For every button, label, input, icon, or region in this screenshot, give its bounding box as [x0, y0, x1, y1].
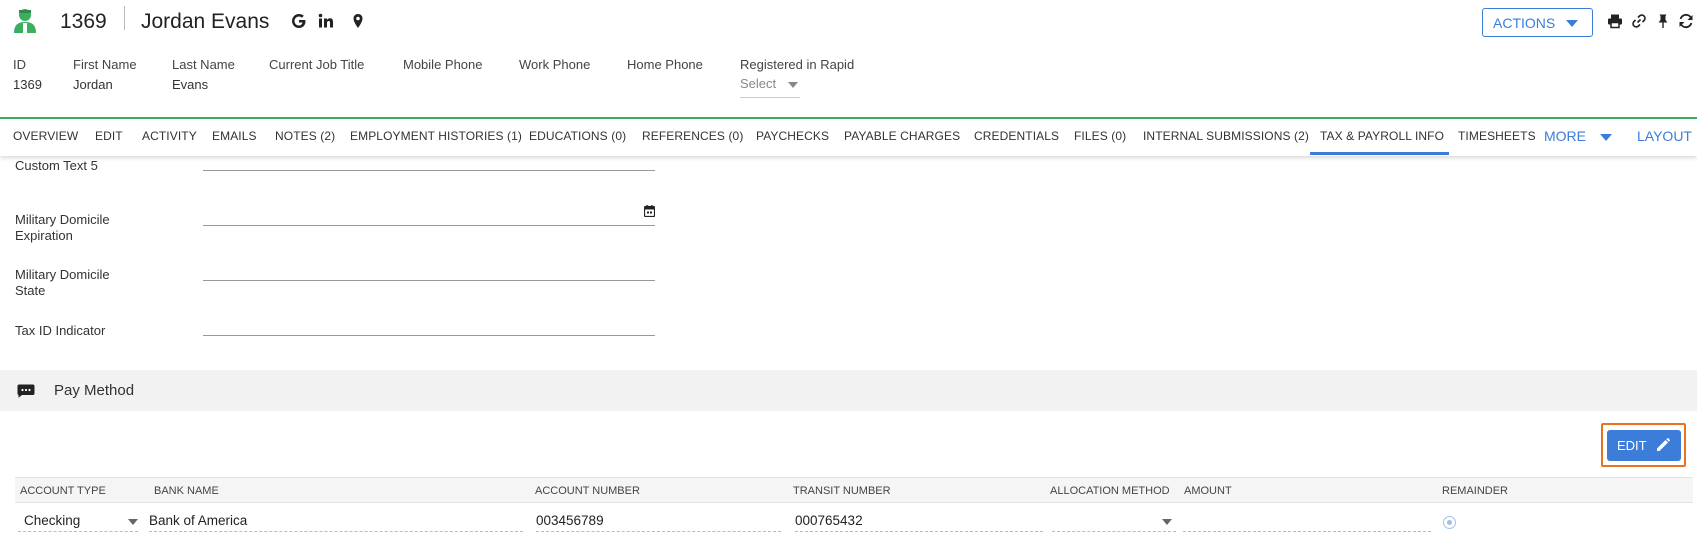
- info-value: Jordan: [73, 77, 113, 92]
- chevron-down-icon: [788, 82, 798, 88]
- info-label: ID: [13, 57, 26, 72]
- refresh-icon[interactable]: [1678, 13, 1694, 29]
- chevron-down-icon: [1566, 20, 1578, 27]
- tab-overview[interactable]: OVERVIEW: [13, 129, 78, 143]
- info-label: Registered in Rapid: [740, 57, 855, 72]
- info-home-phone: Home Phone: [627, 57, 703, 77]
- field-label-military-domicile-expiration: Military Domicile Expiration: [15, 212, 110, 243]
- custom-text-5-input[interactable]: [203, 170, 655, 171]
- tab-references[interactable]: REFERENCES (0): [642, 129, 743, 143]
- pin-icon[interactable]: [1655, 13, 1671, 29]
- tab-files[interactable]: FILES (0): [1074, 129, 1126, 143]
- info-label: First Name: [73, 57, 137, 72]
- tab-timesheets[interactable]: TIMESHEETS: [1458, 129, 1536, 143]
- info-last-name: Last Name Evans: [172, 57, 235, 92]
- field-label-custom-text-5: Custom Text 5: [15, 158, 98, 173]
- pencil-icon: [1657, 438, 1670, 451]
- info-mobile-phone: Mobile Phone: [403, 57, 483, 77]
- edit-button[interactable]: EDIT: [1607, 430, 1681, 461]
- transit-number-field[interactable]: 000765432: [795, 513, 863, 528]
- column-header: TRANSIT NUMBER: [793, 485, 891, 497]
- account-number-field[interactable]: 003456789: [536, 513, 604, 528]
- edit-label: EDIT: [1617, 438, 1647, 453]
- column-header: BANK NAME: [154, 485, 219, 497]
- tab-more[interactable]: MORE: [1544, 128, 1586, 144]
- info-label: Work Phone: [519, 57, 591, 72]
- tab-emails[interactable]: EMAILS: [212, 129, 257, 143]
- actions-label: ACTIONS: [1493, 15, 1556, 31]
- account-type-underline: [18, 531, 138, 532]
- actions-button[interactable]: ACTIONS: [1482, 8, 1593, 37]
- column-header: ACCOUNT NUMBER: [535, 485, 640, 497]
- info-value: 1369: [13, 77, 42, 92]
- bank-name-underline: [149, 531, 523, 532]
- tab-activity[interactable]: ACTIVITY: [142, 129, 197, 143]
- column-header: ACCOUNT TYPE: [20, 485, 106, 497]
- bank-name-field[interactable]: Bank of America: [149, 513, 247, 528]
- tab-employment-histories[interactable]: EMPLOYMENT HISTORIES (1): [350, 129, 522, 143]
- amount-underline: [1183, 531, 1431, 532]
- allocation-method-underline: [1052, 531, 1176, 532]
- tab-internal-submissions[interactable]: INTERNAL SUBMISSIONS (2): [1143, 129, 1309, 143]
- record-header: 1369 Jordan Evans ACTIONS: [0, 0, 1697, 44]
- linkedin-icon[interactable]: [318, 13, 334, 29]
- active-tab-indicator: [1310, 152, 1449, 155]
- info-label: Home Phone: [627, 57, 703, 72]
- tab-tax-payroll-info[interactable]: TAX & PAYROLL INFO: [1320, 129, 1444, 143]
- tab-credentials[interactable]: CREDENTIALS: [974, 129, 1059, 143]
- print-icon[interactable]: [1607, 13, 1623, 29]
- info-first-name: First Name Jordan: [73, 57, 137, 92]
- divider: [124, 6, 125, 30]
- info-label: Mobile Phone: [403, 57, 483, 72]
- field-label-military-domicile-state: Military Domicile State: [15, 267, 110, 298]
- info-id: ID 1369: [13, 57, 42, 92]
- tax-id-indicator-input[interactable]: [203, 335, 655, 336]
- section-title: Pay Method: [54, 382, 135, 399]
- tab-edit[interactable]: EDIT: [95, 129, 123, 143]
- remainder-radio[interactable]: [1443, 516, 1456, 529]
- info-registered-rapid: Registered in Rapid Select: [740, 57, 854, 98]
- info-work-phone: Work Phone: [519, 57, 590, 77]
- military-domicile-expiration-input[interactable]: [203, 225, 655, 226]
- tab-educations[interactable]: EDUCATIONS (0): [529, 129, 626, 143]
- tab-notes[interactable]: NOTES (2): [275, 129, 335, 143]
- info-label: Current Job Title: [269, 57, 365, 72]
- chevron-down-icon[interactable]: [1600, 134, 1612, 141]
- column-header: AMOUNT: [1184, 485, 1232, 497]
- table-header: ACCOUNT TYPE BANK NAME ACCOUNT NUMBER TR…: [15, 477, 1693, 503]
- calendar-icon[interactable]: [644, 205, 655, 217]
- account-number-underline: [536, 531, 781, 532]
- record-id: 1369: [60, 10, 107, 33]
- info-label: Last Name: [172, 57, 235, 72]
- link-icon[interactable]: [1631, 13, 1647, 29]
- military-domicile-state-input[interactable]: [203, 280, 655, 281]
- tab-paychecks[interactable]: PAYCHECKS: [756, 129, 829, 143]
- record-name: Jordan Evans: [141, 10, 270, 33]
- location-pin-icon[interactable]: [350, 13, 366, 29]
- column-header: REMAINDER: [1442, 485, 1509, 497]
- account-type-select[interactable]: Checking: [24, 513, 80, 528]
- layout-button[interactable]: LAYOUT: [1637, 128, 1692, 144]
- tab-payable-charges[interactable]: PAYABLE CHARGES: [844, 129, 960, 143]
- transit-number-underline: [795, 531, 1043, 532]
- chevron-down-icon[interactable]: [1162, 519, 1172, 525]
- chevron-down-icon[interactable]: [128, 519, 138, 525]
- field-label-tax-id-indicator: Tax ID Indicator: [15, 323, 106, 338]
- person-icon: [14, 9, 36, 33]
- google-icon[interactable]: [291, 13, 307, 29]
- comment-icon: [17, 384, 35, 398]
- rapid-select[interactable]: Select: [740, 76, 800, 98]
- rapid-select-value: Select: [740, 76, 777, 91]
- info-job-title: Current Job Title: [269, 57, 364, 77]
- pay-method-section-header: Pay Method: [0, 370, 1697, 411]
- column-header: ALLOCATION METHOD: [1050, 485, 1170, 497]
- info-value: Evans: [172, 77, 209, 92]
- tab-bar: OVERVIEW EDIT ACTIVITY EMAILS NOTES (2) …: [0, 119, 1697, 156]
